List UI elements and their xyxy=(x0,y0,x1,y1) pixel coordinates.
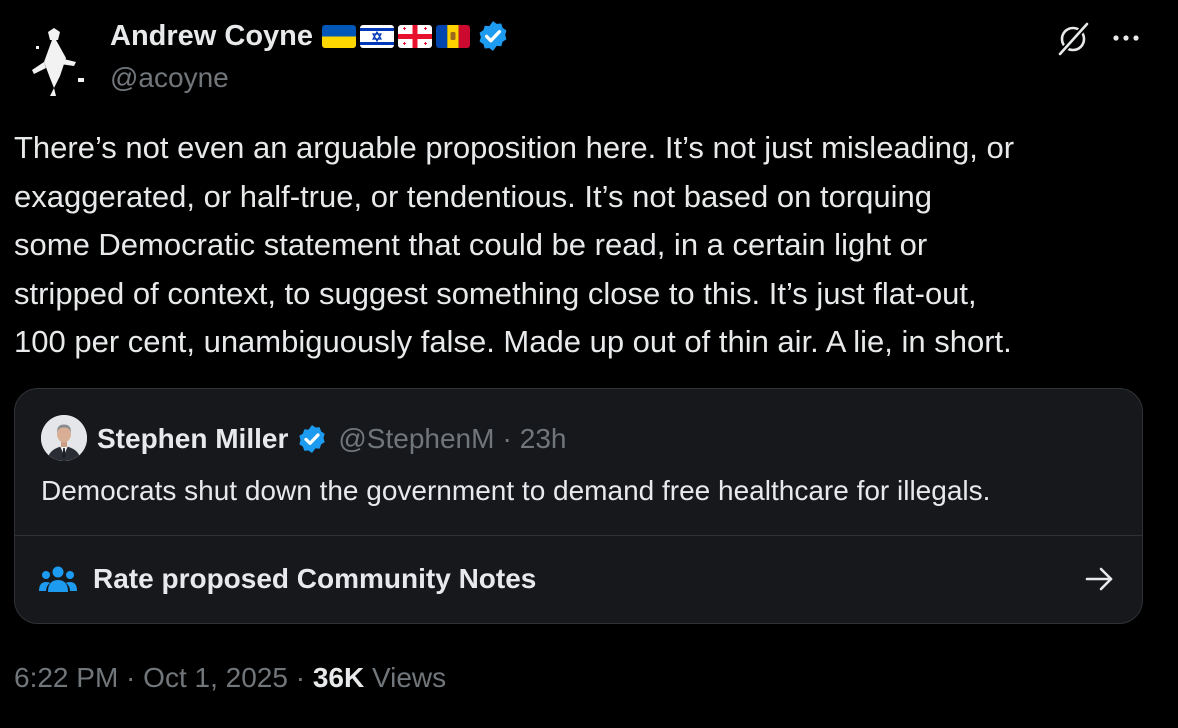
author-avatar[interactable] xyxy=(14,18,96,100)
tweet-meta: 6:22 PM · Oct 1, 2025 · 36K Views xyxy=(14,662,446,694)
more-icon[interactable] xyxy=(1108,28,1144,48)
quoted-author-avatar[interactable] xyxy=(41,415,87,461)
quoted-tweet-text: Democrats shut down the government to de… xyxy=(41,475,991,506)
author-name[interactable]: Andrew Coyne xyxy=(110,20,313,53)
author-flags xyxy=(322,24,471,48)
quoted-avatar-photo xyxy=(41,415,87,461)
avatar-illustration xyxy=(14,18,96,100)
verified-badge-icon xyxy=(479,21,507,51)
georgia-flag-icon xyxy=(398,24,433,48)
arrow-right-icon xyxy=(1085,567,1113,591)
ukraine-flag-icon xyxy=(322,24,357,48)
quoted-author-name[interactable]: Stephen Miller xyxy=(97,423,288,455)
quoted-timestamp[interactable]: 23h xyxy=(520,423,567,455)
rate-community-notes-button[interactable]: Rate proposed Community Notes xyxy=(15,536,1142,623)
tweet-timestamp[interactable]: 6:22 PM · Oct 1, 2025 · xyxy=(14,662,313,693)
quoted-separator: · xyxy=(502,423,512,454)
moldova-flag-icon xyxy=(436,24,471,48)
quoted-author-handle[interactable]: @StephenM xyxy=(338,423,494,455)
quoted-tweet-card[interactable]: Stephen Miller @StephenM · 23h Democrats… xyxy=(14,388,1143,624)
grok-icon[interactable] xyxy=(1054,20,1092,58)
quoted-header: Stephen Miller @StephenM · 23h xyxy=(97,423,567,455)
rate-community-notes-label: Rate proposed Community Notes xyxy=(93,563,537,594)
community-notes-icon xyxy=(39,566,77,592)
tweet-text: There’s not even an arguable proposition… xyxy=(14,130,1015,359)
author-name-row[interactable]: Andrew Coyne xyxy=(110,19,510,53)
verified-badge-icon xyxy=(299,425,326,453)
israel-flag-icon xyxy=(360,24,395,48)
views-label: Views xyxy=(364,662,447,693)
views-count[interactable]: 36K xyxy=(313,662,364,693)
author-handle[interactable]: @acoyne xyxy=(110,62,229,94)
